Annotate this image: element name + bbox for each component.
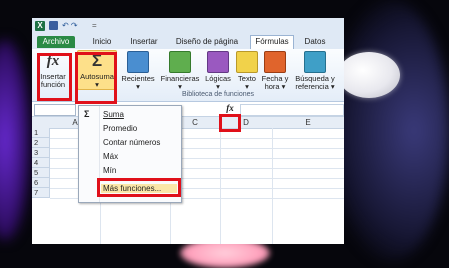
tab-formulas[interactable]: Fórmulas (250, 35, 294, 50)
row-header-5[interactable]: 5 (32, 168, 50, 178)
row-header-7[interactable]: 7 (32, 188, 50, 198)
tab-datos[interactable]: Datos (298, 36, 332, 48)
background-glow-right (330, 0, 449, 261)
datetime-book-icon (264, 51, 286, 73)
highlight-autosum (75, 52, 117, 104)
tab-diseno-pagina[interactable]: Diseño de página (170, 36, 244, 48)
function-library-group-label: Biblioteca de funciones (182, 91, 254, 98)
background-glow-left (0, 40, 30, 240)
logical-book-icon (207, 51, 229, 73)
grid-line (220, 128, 221, 244)
menu-sigma-icon: Σ (84, 109, 90, 119)
recent-functions-button[interactable]: Recientes ▾ (120, 51, 156, 91)
logical-functions-button[interactable]: Lógicas ▾ (203, 51, 233, 91)
text-book-icon (236, 51, 258, 73)
logical-dropdown-icon: ▾ (216, 82, 220, 91)
financial-book-icon (169, 51, 191, 73)
qat-customize-icon[interactable]: = (92, 21, 97, 30)
datetime-label-2: hora (264, 82, 280, 91)
row-header-4[interactable]: 4 (32, 158, 50, 168)
lookup-functions-button[interactable]: Búsqueda y referencia ▾ (290, 51, 340, 91)
row-header-2[interactable]: 2 (32, 138, 50, 148)
highlight-formula-fx (219, 114, 241, 132)
tab-insertar[interactable]: Insertar (124, 36, 164, 48)
financial-functions-button[interactable]: Financieras ▾ (158, 51, 202, 91)
row-header-6[interactable]: 6 (32, 178, 50, 188)
tab-inicio[interactable]: Inicio (86, 36, 118, 48)
column-header-e[interactable]: E (272, 117, 344, 129)
text-functions-button[interactable]: Texto ▾ (235, 51, 259, 91)
tab-archivo[interactable]: Archivo (37, 36, 75, 48)
menu-item-min[interactable]: Mín (103, 166, 116, 175)
financial-dropdown-icon: ▾ (178, 82, 182, 91)
grid-line (272, 128, 273, 244)
formula-input[interactable] (240, 104, 344, 116)
save-icon[interactable] (49, 21, 58, 30)
row-header-1[interactable]: 1 (32, 128, 50, 138)
menu-item-contar-numeros[interactable]: Contar números (103, 138, 160, 147)
recent-book-icon (127, 51, 149, 73)
text-dropdown-icon: ▾ (245, 82, 249, 91)
undo-redo-icons[interactable]: ↶ ↷ (62, 21, 78, 30)
lookup-book-icon (304, 51, 326, 73)
highlight-insert-function (37, 53, 72, 101)
quick-access-toolbar: X ↶ ↷ = (32, 18, 344, 34)
excel-window: X ↶ ↷ = Archivo Inicio Insertar Diseño d… (32, 18, 344, 244)
formula-bar-fx-button[interactable]: fx (222, 103, 238, 114)
lookup-label-2: referencia (295, 82, 329, 91)
menu-item-promedio[interactable]: Promedio (103, 124, 137, 133)
datetime-functions-button[interactable]: Fecha y hora ▾ (260, 51, 290, 91)
decorative-bubble (338, 52, 400, 98)
excel-logo-icon: X (35, 21, 45, 31)
ribbon-tabs: Archivo Inicio Insertar Diseño de página… (32, 34, 344, 50)
menu-item-suma[interactable]: Suma (103, 110, 124, 119)
row-header-3[interactable]: 3 (32, 148, 50, 158)
recent-dropdown-icon: ▾ (136, 82, 140, 91)
menu-item-max[interactable]: Máx (103, 152, 118, 161)
highlight-mas-funciones (97, 178, 181, 197)
name-box[interactable] (34, 104, 76, 116)
